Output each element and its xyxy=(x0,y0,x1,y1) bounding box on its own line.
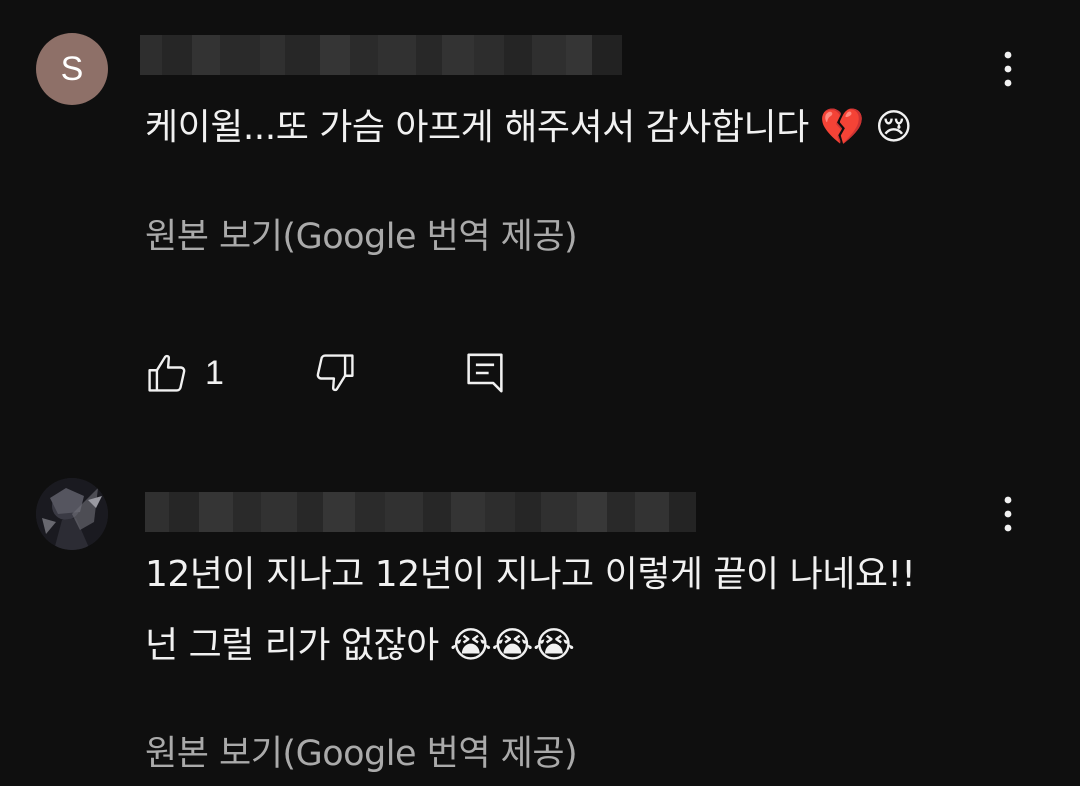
reply-button[interactable] xyxy=(465,348,505,398)
thumbs-up-icon xyxy=(148,354,186,392)
more-vertical-icon xyxy=(1004,51,1012,87)
comment-text: 케이윌...또 가슴 아프게 해주셔서 감사합니다 💔 😢 xyxy=(145,101,913,155)
avatar[interactable] xyxy=(36,478,108,550)
like-button[interactable]: 1 xyxy=(145,348,224,398)
reply-icon xyxy=(467,353,503,393)
thumbs-down-icon xyxy=(316,354,354,392)
author-name-blurred[interactable] xyxy=(145,492,712,532)
author-name-blurred[interactable] xyxy=(140,35,622,75)
more-vertical-icon xyxy=(1004,496,1012,532)
more-options-button[interactable] xyxy=(988,47,1028,91)
avatar[interactable]: S xyxy=(36,33,108,105)
comment-text-content: 넌 그럴 리가 없잖아 xyxy=(145,625,439,666)
more-options-button[interactable] xyxy=(988,492,1028,536)
comment-text-line-1: 12년이 지나고 12년이 지나고 이렇게 끝이 나네요!! xyxy=(145,554,916,595)
comment-text-line-2: 넌 그럴 리가 없잖아 😭😭😭 xyxy=(145,619,575,673)
avatar-image xyxy=(36,478,108,550)
avatar-letter: S xyxy=(60,49,84,88)
comment-emojis: 😭😭😭 xyxy=(449,625,575,666)
translate-link[interactable]: 원본 보기(Google 번역 제공) xyxy=(145,725,578,776)
like-count: 1 xyxy=(205,353,224,392)
comment-text-content: 케이윌...또 가슴 아프게 해주셔서 감사합니다 xyxy=(145,107,809,148)
comment-emojis: 💔 😢 xyxy=(819,107,913,148)
comments-screen: S 케이윌...또 가슴 아프게 해주셔서 감사합니다 💔 😢 원본 보기(Go… xyxy=(0,0,1080,786)
translate-link[interactable]: 원본 보기(Google 번역 제공) xyxy=(145,208,578,259)
dislike-button[interactable] xyxy=(313,348,357,398)
